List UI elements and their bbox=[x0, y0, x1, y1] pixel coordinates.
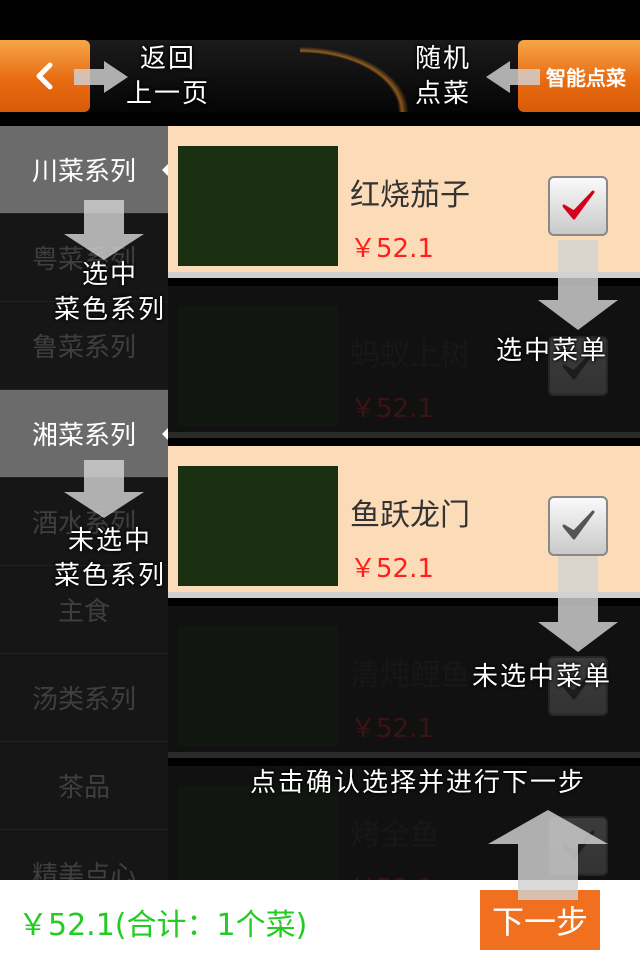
category-label: 鲁菜系列 bbox=[31, 333, 136, 363]
category-label: 湘菜系列 bbox=[31, 421, 136, 451]
annotation-selected-category: 选中 菜色系列 bbox=[40, 258, 180, 328]
category-item[interactable]: 川菜系列 bbox=[0, 126, 168, 214]
checkmark-icon bbox=[562, 830, 595, 860]
annotation-line: 菜色系列 bbox=[53, 295, 166, 326]
dish-checkbox[interactable] bbox=[548, 176, 608, 236]
dish-row[interactable]: 鱼跃龙门 ￥52.1 bbox=[168, 446, 640, 598]
smart-order-button[interactable]: 智能点菜 bbox=[518, 40, 640, 112]
dish-price: ￥52.1 bbox=[350, 394, 434, 424]
checkmark-shape bbox=[562, 830, 595, 860]
vegetable-image bbox=[178, 306, 338, 426]
dish-name: 清炖鲤鱼 bbox=[350, 658, 470, 693]
vegetable-image bbox=[178, 466, 338, 586]
chevron-left-icon bbox=[36, 62, 53, 90]
category-item[interactable]: 汤类系列 bbox=[0, 654, 168, 742]
category-label: 主食 bbox=[57, 597, 110, 627]
dish-price: ￥52.1 bbox=[350, 714, 434, 744]
annotation-unselected-menu: 未选中菜单 bbox=[472, 662, 613, 692]
annotation-random: 随机 点菜 bbox=[398, 42, 488, 112]
annotation-selected-menu: 选中菜单 bbox=[496, 336, 609, 366]
next-step-button[interactable]: 下一步 bbox=[480, 890, 600, 950]
dish-name: 鱼跃龙门 bbox=[350, 498, 470, 533]
category-label: 汤类系列 bbox=[31, 685, 136, 715]
category-item[interactable]: 湘菜系列 bbox=[0, 390, 168, 478]
dish-row[interactable]: 红烧茄子 ￥52.1 bbox=[168, 126, 640, 278]
smart-order-label: 智能点菜 bbox=[546, 65, 626, 90]
dish-price: ￥52.1 bbox=[350, 868, 434, 880]
back-button[interactable] bbox=[0, 40, 90, 112]
dish-price: ￥52.1 bbox=[350, 554, 434, 584]
checkmark-icon bbox=[562, 510, 595, 540]
checkmark-shape bbox=[562, 510, 595, 540]
checkmark-icon bbox=[562, 190, 595, 220]
annotation-line: 菜色系列 bbox=[53, 561, 166, 592]
order-total: ￥52.1(合计：1个菜) bbox=[18, 908, 308, 943]
annotation-unselected-category: 未选中 菜色系列 bbox=[40, 524, 180, 594]
dish-checkbox[interactable] bbox=[548, 816, 608, 876]
category-label: 川菜系列 bbox=[31, 157, 136, 187]
category-label: 精美点心 bbox=[31, 861, 136, 880]
checkmark-shape bbox=[562, 190, 595, 220]
category-sidebar: 川菜系列 粤菜系列 鲁菜系列 湘菜系列 酒水系列 主食 汤类系列 茶品 精美点心 bbox=[0, 126, 168, 880]
annotation-line: 上一页 bbox=[125, 79, 210, 110]
annotation-confirm: 点击确认选择并进行下一步 bbox=[250, 768, 587, 798]
dish-checkbox[interactable] bbox=[548, 496, 608, 556]
status-bar bbox=[0, 0, 640, 40]
annotation-line: 未选中 bbox=[67, 526, 152, 556]
vegetable-image bbox=[178, 146, 338, 266]
next-step-label: 下一步 bbox=[491, 903, 588, 941]
annotation-back: 返回 上一页 bbox=[118, 42, 218, 112]
dish-name: 烤全鱼 bbox=[350, 818, 440, 853]
dish-price: ￥52.1 bbox=[350, 234, 434, 264]
annotation-line: 返回 bbox=[139, 44, 196, 74]
category-label: 茶品 bbox=[57, 773, 110, 803]
dish-name: 蚂蚁上树 bbox=[350, 338, 470, 373]
category-item[interactable]: 精美点心 bbox=[0, 830, 168, 880]
category-item[interactable]: 茶品 bbox=[0, 742, 168, 830]
annotation-line: 选中 bbox=[81, 260, 138, 290]
dish-name: 红烧茄子 bbox=[350, 178, 470, 213]
annotation-line: 随机 bbox=[414, 44, 471, 74]
annotation-line: 点菜 bbox=[414, 79, 471, 110]
vegetable-image bbox=[178, 626, 338, 746]
